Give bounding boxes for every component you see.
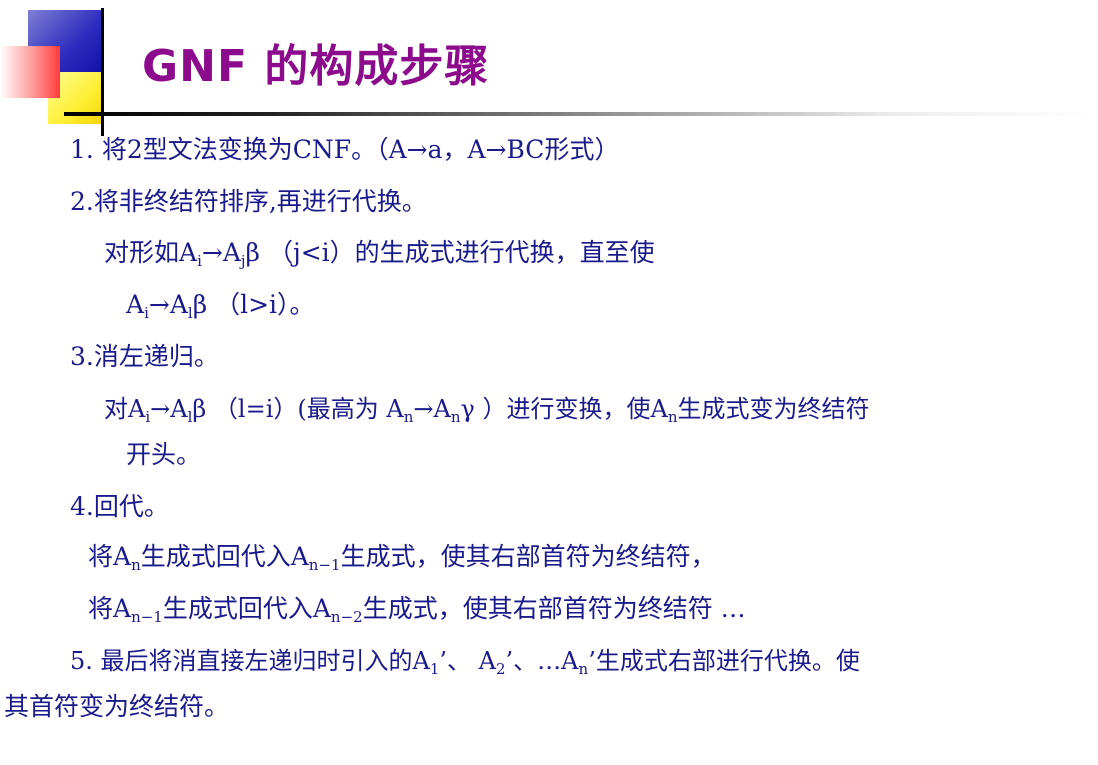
step-2-heading: 2.将非终结符排序,再进行代换。 (70, 187, 427, 216)
step-2-detail-b: Ai→Alβ （l>i）。 (126, 290, 315, 322)
step-3-heading: 3.消左递归。 (70, 342, 219, 371)
title-underline (64, 112, 1098, 116)
step-4-detail-b: 将An−1生成式回代入An−2生成式，使其右部首符为终结符 … (88, 594, 746, 626)
step-1-number: 1. (70, 135, 94, 164)
step-1: 1. 将2型文法变换为CNF。（A→a，A→BC形式） (70, 135, 619, 165)
decor-vertical-line (101, 8, 104, 136)
step-2-detail-a: 对形如Ai→Ajβ （j<i）的生成式进行代换，直至使 (104, 238, 655, 270)
step-3-detail-b: 开头。 (126, 440, 202, 469)
slide-title: GNF 的构成步骤 (142, 41, 490, 92)
decor-red-square (0, 46, 60, 98)
step-1-text: 将2型文法变换为CNF。（A→a，A→BC形式） (101, 135, 620, 164)
step-3-detail-a: 对Ai→Alβ （l=i）(最高为 An→Anγ ）进行变换，使An生成式变为终… (104, 395, 870, 426)
step-5-detail-a: 5. 最后将消直接左递归时引入的A1’、 A2’、…An’生成式右部进行代换。使 (70, 647, 860, 678)
step-4-detail-a: 将An生成式回代入An−1生成式，使其右部首符为终结符， (88, 542, 716, 574)
step-4-heading: 4.回代。 (70, 492, 169, 521)
step-5-detail-b: 其首符变为终结符。 (4, 692, 230, 721)
